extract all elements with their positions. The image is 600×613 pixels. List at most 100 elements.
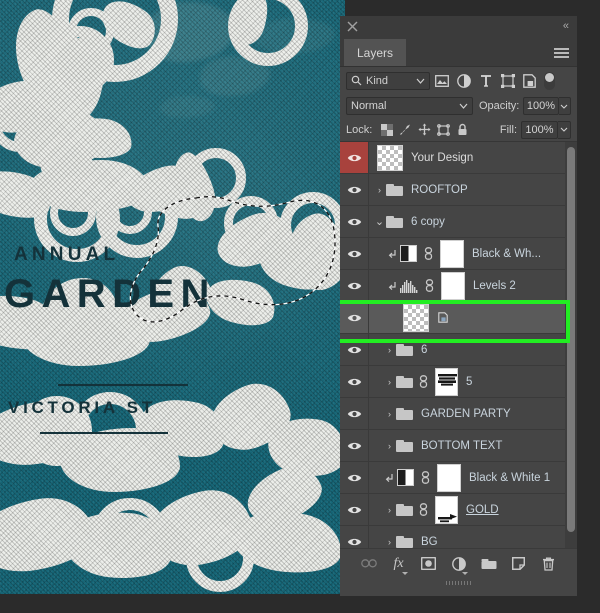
fill-stepper-icon[interactable] — [558, 120, 571, 139]
folder-icon — [396, 407, 413, 420]
layer-name: 5 — [466, 375, 473, 388]
layer-mask-thumbnail[interactable] — [437, 463, 461, 492]
layer-mask-thumbnail[interactable] — [440, 239, 464, 268]
new-layer-button[interactable] — [510, 555, 527, 572]
table-row[interactable]: Black & White 1 — [340, 462, 577, 494]
layer-mask-thumbnail[interactable] — [441, 271, 465, 300]
panel-resize-grip[interactable] — [340, 578, 577, 587]
group-expand-caret[interactable]: › — [383, 377, 396, 387]
layer-visibility-toggle[interactable] — [340, 526, 369, 548]
layer-visibility-toggle[interactable] — [340, 270, 369, 301]
window-chrome-gutter — [577, 16, 600, 596]
group-expand-caret[interactable]: › — [383, 409, 396, 419]
eye-icon — [347, 154, 361, 161]
group-expand-caret[interactable]: › — [373, 185, 386, 195]
artwork-text-victoria: VICTORIA ST — [8, 398, 156, 417]
close-icon[interactable] — [346, 20, 359, 33]
lock-position-icon[interactable] — [415, 122, 434, 138]
table-row[interactable]: › ROOFTOP — [340, 174, 577, 206]
filter-kind-select[interactable]: Kind — [346, 71, 430, 90]
tab-layers-label: Layers — [357, 45, 394, 60]
delete-layer-button[interactable] — [540, 555, 557, 572]
document-canvas[interactable]: ANNUAL GARDEN VICTORIA ST — [0, 0, 345, 594]
layer-visibility-toggle[interactable] — [340, 462, 369, 493]
lock-artboard-nesting-icon[interactable] — [434, 122, 453, 138]
filter-shape-layers-icon[interactable] — [497, 72, 518, 90]
layer-name: Black & White 1 — [469, 471, 551, 484]
link-icon[interactable] — [422, 247, 435, 260]
layer-list[interactable]: Your Design › ROOFTOP ⌄ 6 copy Black & W… — [340, 142, 577, 548]
new-group-button[interactable] — [480, 555, 497, 572]
table-row[interactable]: › — [340, 366, 577, 398]
panel-menu-icon[interactable] — [554, 48, 569, 58]
layer-visibility-toggle[interactable] — [340, 302, 369, 333]
filter-type-layers-icon[interactable] — [475, 72, 496, 90]
table-row[interactable]: › BOTTOM TEXT — [340, 430, 577, 462]
eye-icon — [347, 314, 361, 321]
group-mask-thumbnail[interactable] — [435, 495, 458, 524]
layer-visibility-toggle[interactable] — [340, 238, 369, 269]
table-row[interactable]: Levels 2 — [340, 270, 577, 302]
layer-visibility-toggle[interactable] — [340, 206, 369, 237]
lock-all-icon[interactable] — [453, 122, 472, 138]
layer-list-scrollbar-track[interactable] — [565, 142, 577, 548]
layer-style-button[interactable]: fx — [390, 555, 408, 575]
add-layer-mask-button[interactable] — [420, 555, 437, 572]
table-row[interactable]: › 6 — [340, 334, 577, 366]
table-row[interactable]: Your Design — [340, 142, 577, 174]
eye-icon — [347, 346, 361, 353]
collapse-panel-icon[interactable]: « — [563, 21, 569, 32]
filter-pixel-layers-icon[interactable] — [431, 72, 452, 90]
tab-layers[interactable]: Layers — [344, 39, 407, 66]
black-white-adjustment-thumbnail[interactable] — [400, 245, 417, 262]
link-icon[interactable] — [423, 279, 436, 292]
layer-visibility-toggle[interactable] — [340, 494, 369, 525]
link-icon[interactable] — [417, 375, 430, 388]
panel-tabstrip: Layers — [340, 39, 577, 67]
layer-thumbnail[interactable] — [403, 303, 429, 332]
layer-filter-bar: Kind — [340, 67, 577, 94]
clipping-mask-icon — [385, 249, 400, 259]
layer-visibility-toggle[interactable] — [340, 142, 369, 173]
layer-visibility-toggle[interactable] — [340, 174, 369, 205]
layer-list-scrollbar-thumb[interactable] — [567, 147, 575, 532]
opacity-stepper-icon[interactable] — [558, 97, 571, 115]
group-expand-caret[interactable]: › — [383, 505, 396, 515]
layer-thumbnail[interactable] — [377, 144, 403, 171]
group-collapse-caret[interactable]: ⌄ — [373, 215, 386, 228]
layer-visibility-toggle[interactable] — [340, 334, 369, 365]
layer-name: Levels 2 — [473, 279, 516, 292]
eye-icon — [347, 506, 361, 513]
fill-input[interactable]: 100% — [521, 120, 558, 139]
artwork-text-annual: ANNUAL — [14, 244, 120, 265]
layer-visibility-toggle[interactable] — [340, 366, 369, 397]
link-layers-button[interactable] — [360, 555, 377, 572]
layer-visibility-toggle[interactable] — [340, 398, 369, 429]
levels-adjustment-thumbnail[interactable] — [400, 279, 418, 293]
table-row[interactable]: ⌄ 6 copy — [340, 206, 577, 238]
layer-visibility-toggle[interactable] — [340, 430, 369, 461]
table-row[interactable]: › — [340, 494, 577, 526]
link-icon[interactable] — [419, 471, 432, 484]
blend-mode-select[interactable]: Normal — [346, 97, 473, 115]
group-mask-thumbnail[interactable] — [435, 367, 458, 396]
lock-image-pixels-icon[interactable] — [396, 122, 415, 138]
filter-smart-object-icon[interactable] — [519, 72, 540, 90]
group-expand-caret[interactable]: › — [383, 441, 396, 451]
table-row[interactable]: Black & Wh... — [340, 238, 577, 270]
filter-adjustment-layers-icon[interactable] — [453, 72, 474, 90]
table-row[interactable]: › GARDEN PARTY — [340, 398, 577, 430]
link-icon[interactable] — [417, 503, 430, 516]
opacity-label: Opacity: — [478, 100, 520, 112]
new-adjustment-layer-button[interactable] — [450, 555, 468, 575]
opacity-input[interactable]: 100% — [523, 97, 559, 115]
group-expand-caret[interactable]: › — [383, 537, 396, 547]
table-row[interactable]: › BG — [340, 526, 577, 548]
filter-kind-label: Kind — [366, 74, 389, 87]
group-expand-caret[interactable]: › — [383, 345, 396, 355]
layer-name: Black & Wh... — [472, 247, 542, 260]
lock-transparent-pixels-icon[interactable] — [377, 122, 396, 138]
table-row-selected[interactable] — [340, 300, 577, 343]
black-white-adjustment-thumbnail[interactable] — [397, 469, 414, 486]
filter-enable-toggle[interactable] — [544, 71, 555, 90]
